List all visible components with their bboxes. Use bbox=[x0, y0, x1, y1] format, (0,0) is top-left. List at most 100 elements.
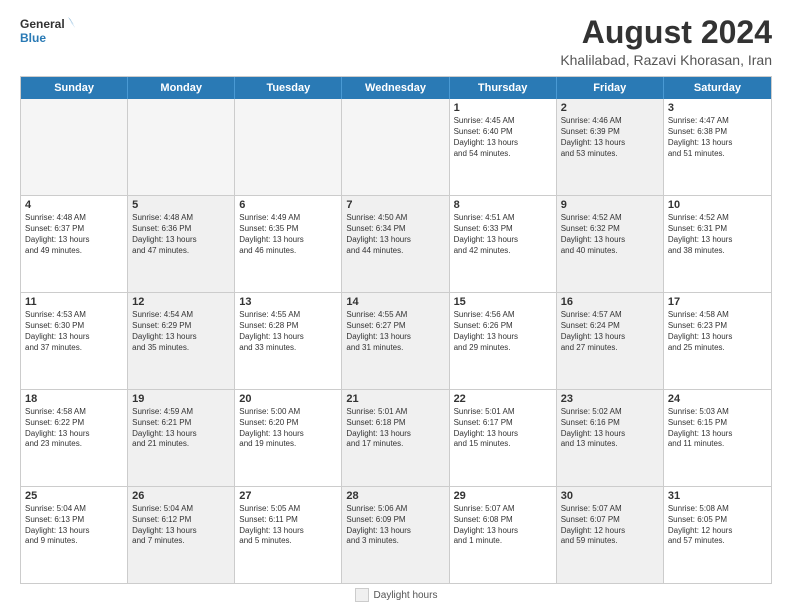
day-number-24: 24 bbox=[668, 393, 767, 405]
day-number-10: 10 bbox=[668, 199, 767, 211]
calendar-cell-3: 3 Sunrise: 4:47 AM Sunset: 6:38 PM Daylig… bbox=[664, 99, 771, 195]
cell-text-21: Sunrise: 5:01 AM Sunset: 6:18 PM Dayligh… bbox=[346, 407, 444, 450]
day-number-20: 20 bbox=[239, 393, 337, 405]
calendar-cell-24: 24Sunrise: 5:03 AM Sunset: 6:15 PM Dayli… bbox=[664, 390, 771, 486]
location-subtitle: Khalilabad, Razavi Khorasan, Iran bbox=[560, 52, 772, 68]
calendar-cell-5: 5Sunrise: 4:48 AM Sunset: 6:36 PM Daylig… bbox=[128, 196, 235, 292]
cell-text-9: Sunrise: 4:52 AM Sunset: 6:32 PM Dayligh… bbox=[561, 213, 659, 256]
calendar-cell-7: 7Sunrise: 4:50 AM Sunset: 6:34 PM Daylig… bbox=[342, 196, 449, 292]
calendar-cell-11: 11 Sunrise: 4:53 AM Sunset: 6:30 PM Dayli… bbox=[21, 293, 128, 389]
calendar-row-1: 4 Sunrise: 4:48 AM Sunset: 6:37 PM Daylig… bbox=[21, 196, 771, 293]
cell-text-14: Sunrise: 4:55 AM Sunset: 6:27 PM Dayligh… bbox=[346, 310, 444, 353]
day-number-14: 14 bbox=[346, 296, 444, 308]
day-number-27: 27 bbox=[239, 490, 337, 502]
calendar-cell-9: 9Sunrise: 4:52 AM Sunset: 6:32 PM Daylig… bbox=[557, 196, 664, 292]
calendar-cell-23: 23 Sunrise: 5:02 AM Sunset: 6:16 PM Dayli… bbox=[557, 390, 664, 486]
calendar-cell-22: 22Sunrise: 5:01 AM Sunset: 6:17 PM Dayli… bbox=[450, 390, 557, 486]
calendar-row-0: 1 Sunrise: 4:45 AM Sunset: 6:40 PM Daylig… bbox=[21, 99, 771, 196]
day-number-30: 30 bbox=[561, 490, 659, 502]
cell-text-26: Sunrise: 5:04 AM Sunset: 6:12 PM Dayligh… bbox=[132, 504, 230, 547]
day-number-2: 2 bbox=[561, 102, 659, 114]
calendar-cell-14: 14 Sunrise: 4:55 AM Sunset: 6:27 PM Dayli… bbox=[342, 293, 449, 389]
cell-text-11: Sunrise: 4:53 AM Sunset: 6:30 PM Dayligh… bbox=[25, 310, 123, 353]
day-number-16: 16 bbox=[561, 296, 659, 308]
cell-text-29: Sunrise: 5:07 AM Sunset: 6:08 PM Dayligh… bbox=[454, 504, 552, 547]
header-monday: Monday bbox=[128, 77, 235, 99]
calendar-cell-empty-0-3 bbox=[342, 99, 449, 195]
day-number-25: 25 bbox=[25, 490, 123, 502]
day-number-28: 28 bbox=[346, 490, 444, 502]
day-number-5: 5 bbox=[132, 199, 230, 211]
calendar-body: 1 Sunrise: 4:45 AM Sunset: 6:40 PM Daylig… bbox=[21, 99, 771, 583]
calendar-cell-20: 20 Sunrise: 5:00 AM Sunset: 6:20 PM Dayli… bbox=[235, 390, 342, 486]
cell-text-17: Sunrise: 4:58 AM Sunset: 6:23 PM Dayligh… bbox=[668, 310, 767, 353]
cell-text-31: Sunrise: 5:08 AM Sunset: 6:05 PM Dayligh… bbox=[668, 504, 767, 547]
calendar-cell-6: 6Sunrise: 4:49 AM Sunset: 6:35 PM Daylig… bbox=[235, 196, 342, 292]
logo: General Blue bbox=[20, 15, 75, 50]
calendar-row-2: 11 Sunrise: 4:53 AM Sunset: 6:30 PM Dayli… bbox=[21, 293, 771, 390]
footer-daylight-item: Daylight hours bbox=[355, 588, 438, 602]
calendar-cell-10: 10 Sunrise: 4:52 AM Sunset: 6:31 PM Dayli… bbox=[664, 196, 771, 292]
calendar-cell-28: 28 Sunrise: 5:06 AM Sunset: 6:09 PM Dayli… bbox=[342, 487, 449, 583]
cell-text-4: Sunrise: 4:48 AM Sunset: 6:37 PM Dayligh… bbox=[25, 213, 123, 256]
page-header: General Blue August 2024 Khalilabad, Raz… bbox=[20, 15, 772, 68]
cell-text-16: Sunrise: 4:57 AM Sunset: 6:24 PM Dayligh… bbox=[561, 310, 659, 353]
month-year-title: August 2024 bbox=[560, 15, 772, 50]
day-number-23: 23 bbox=[561, 393, 659, 405]
day-number-29: 29 bbox=[454, 490, 552, 502]
day-number-8: 8 bbox=[454, 199, 552, 211]
calendar-cell-29: 29 Sunrise: 5:07 AM Sunset: 6:08 PM Dayli… bbox=[450, 487, 557, 583]
cell-text-28: Sunrise: 5:06 AM Sunset: 6:09 PM Dayligh… bbox=[346, 504, 444, 547]
cell-text-27: Sunrise: 5:05 AM Sunset: 6:11 PM Dayligh… bbox=[239, 504, 337, 547]
cell-text-10: Sunrise: 4:52 AM Sunset: 6:31 PM Dayligh… bbox=[668, 213, 767, 256]
calendar-cell-16: 16 Sunrise: 4:57 AM Sunset: 6:24 PM Dayli… bbox=[557, 293, 664, 389]
calendar-header: SundayMondayTuesdayWednesdayThursdayFrid… bbox=[21, 77, 771, 99]
calendar-cell-27: 27 Sunrise: 5:05 AM Sunset: 6:11 PM Dayli… bbox=[235, 487, 342, 583]
calendar-cell-18: 18Sunrise: 4:58 AM Sunset: 6:22 PM Dayli… bbox=[21, 390, 128, 486]
cell-text-12: Sunrise: 4:54 AM Sunset: 6:29 PM Dayligh… bbox=[132, 310, 230, 353]
calendar-cell-empty-0-2 bbox=[235, 99, 342, 195]
calendar-row-3: 18Sunrise: 4:58 AM Sunset: 6:22 PM Dayli… bbox=[21, 390, 771, 487]
cell-text-22: Sunrise: 5:01 AM Sunset: 6:17 PM Dayligh… bbox=[454, 407, 552, 450]
cell-text-1: Sunrise: 4:45 AM Sunset: 6:40 PM Dayligh… bbox=[454, 116, 552, 159]
cell-text-15: Sunrise: 4:56 AM Sunset: 6:26 PM Dayligh… bbox=[454, 310, 552, 353]
day-number-21: 21 bbox=[346, 393, 444, 405]
day-number-13: 13 bbox=[239, 296, 337, 308]
footer: Daylight hours bbox=[20, 588, 772, 602]
svg-text:General: General bbox=[20, 17, 65, 31]
day-number-7: 7 bbox=[346, 199, 444, 211]
day-number-3: 3 bbox=[668, 102, 767, 114]
calendar-cell-19: 19 Sunrise: 4:59 AM Sunset: 6:21 PM Dayli… bbox=[128, 390, 235, 486]
calendar-cell-2: 2Sunrise: 4:46 AM Sunset: 6:39 PM Daylig… bbox=[557, 99, 664, 195]
day-number-18: 18 bbox=[25, 393, 123, 405]
calendar-cell-8: 8 Sunrise: 4:51 AM Sunset: 6:33 PM Daylig… bbox=[450, 196, 557, 292]
day-number-17: 17 bbox=[668, 296, 767, 308]
day-number-26: 26 bbox=[132, 490, 230, 502]
day-number-31: 31 bbox=[668, 490, 767, 502]
calendar-cell-30: 30Sunrise: 5:07 AM Sunset: 6:07 PM Dayli… bbox=[557, 487, 664, 583]
header-saturday: Saturday bbox=[664, 77, 771, 99]
cell-text-13: Sunrise: 4:55 AM Sunset: 6:28 PM Dayligh… bbox=[239, 310, 337, 353]
day-number-4: 4 bbox=[25, 199, 123, 211]
cell-text-19: Sunrise: 4:59 AM Sunset: 6:21 PM Dayligh… bbox=[132, 407, 230, 450]
cell-text-23: Sunrise: 5:02 AM Sunset: 6:16 PM Dayligh… bbox=[561, 407, 659, 450]
calendar-cell-13: 13 Sunrise: 4:55 AM Sunset: 6:28 PM Dayli… bbox=[235, 293, 342, 389]
logo-svg: General Blue bbox=[20, 15, 75, 50]
cell-text-20: Sunrise: 5:00 AM Sunset: 6:20 PM Dayligh… bbox=[239, 407, 337, 450]
calendar-cell-empty-0-1 bbox=[128, 99, 235, 195]
title-block: August 2024 Khalilabad, Razavi Khorasan,… bbox=[560, 15, 772, 68]
calendar: SundayMondayTuesdayWednesdayThursdayFrid… bbox=[20, 76, 772, 584]
calendar-cell-1: 1 Sunrise: 4:45 AM Sunset: 6:40 PM Daylig… bbox=[450, 99, 557, 195]
svg-text:Blue: Blue bbox=[20, 31, 46, 45]
day-number-11: 11 bbox=[25, 296, 123, 308]
cell-text-25: Sunrise: 5:04 AM Sunset: 6:13 PM Dayligh… bbox=[25, 504, 123, 547]
cell-text-3: Sunrise: 4:47 AM Sunset: 6:38 PM Dayligh… bbox=[668, 116, 767, 159]
day-number-15: 15 bbox=[454, 296, 552, 308]
cell-text-8: Sunrise: 4:51 AM Sunset: 6:33 PM Dayligh… bbox=[454, 213, 552, 256]
day-number-1: 1 bbox=[454, 102, 552, 114]
calendar-cell-4: 4 Sunrise: 4:48 AM Sunset: 6:37 PM Daylig… bbox=[21, 196, 128, 292]
calendar-cell-31: 31 Sunrise: 5:08 AM Sunset: 6:05 PM Dayli… bbox=[664, 487, 771, 583]
day-number-12: 12 bbox=[132, 296, 230, 308]
calendar-cell-15: 15 Sunrise: 4:56 AM Sunset: 6:26 PM Dayli… bbox=[450, 293, 557, 389]
day-number-19: 19 bbox=[132, 393, 230, 405]
